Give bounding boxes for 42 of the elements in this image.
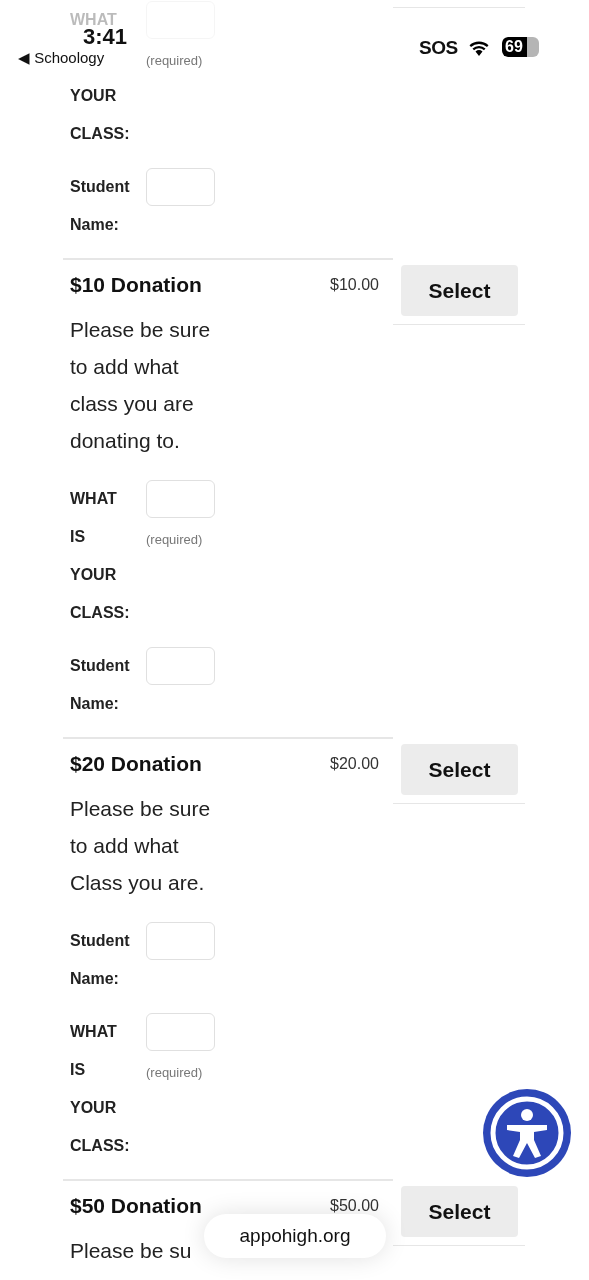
input-field[interactable] — [146, 1013, 215, 1051]
wifi-icon — [468, 39, 490, 56]
select-button[interactable]: Select — [401, 1186, 518, 1237]
input-field[interactable] — [146, 480, 215, 518]
product-price: $10.00 — [330, 275, 379, 295]
required-note: (required) — [146, 1064, 203, 1083]
select-button[interactable]: Select — [401, 744, 518, 795]
field-label: WHAT — [70, 1022, 118, 1042]
field-label: CLASS: — [70, 124, 131, 144]
battery-percent: 69 — [505, 37, 523, 57]
product-description: Please be su — [70, 1238, 192, 1264]
field-label: Student — [70, 931, 131, 951]
required-note: (required) — [146, 531, 203, 550]
product-description: Please be sure to add what Class you are. — [70, 796, 211, 896]
field-label: CLASS: — [70, 1136, 131, 1156]
field-label: YOUR — [70, 565, 118, 585]
product-price: $20.00 — [330, 754, 379, 774]
field-label: YOUR — [70, 1098, 118, 1118]
field-label: WHAT — [70, 489, 118, 509]
product-title: $50 Donation — [70, 1193, 202, 1220]
field-label: Student — [70, 656, 131, 676]
required-note: (required) — [146, 52, 203, 71]
carrier-text: SOS — [419, 36, 458, 60]
url-bar[interactable]: appohigh.org — [204, 1214, 386, 1258]
field-label: Name: — [70, 694, 120, 714]
field-label: IS — [70, 527, 87, 547]
product-title: $20 Donation — [70, 751, 202, 778]
input-field[interactable] — [146, 647, 215, 685]
field-label: Name: — [70, 215, 120, 235]
field-label: IS — [70, 1060, 87, 1080]
field-label: YOUR — [70, 86, 118, 106]
product-title: $10 Donation — [70, 272, 202, 299]
input-field[interactable] — [146, 922, 215, 960]
field-label: Name: — [70, 969, 120, 989]
input-field[interactable] — [146, 168, 215, 206]
field-label: CLASS: — [70, 603, 131, 623]
product-price: $50.00 — [330, 1196, 379, 1216]
select-button[interactable]: Select — [401, 265, 518, 316]
accessibility-icon — [489, 1095, 565, 1171]
field-label: Student — [70, 177, 131, 197]
battery-icon — [502, 37, 539, 57]
product-description: Please be sure to add what class you are donating to. — [70, 317, 211, 454]
